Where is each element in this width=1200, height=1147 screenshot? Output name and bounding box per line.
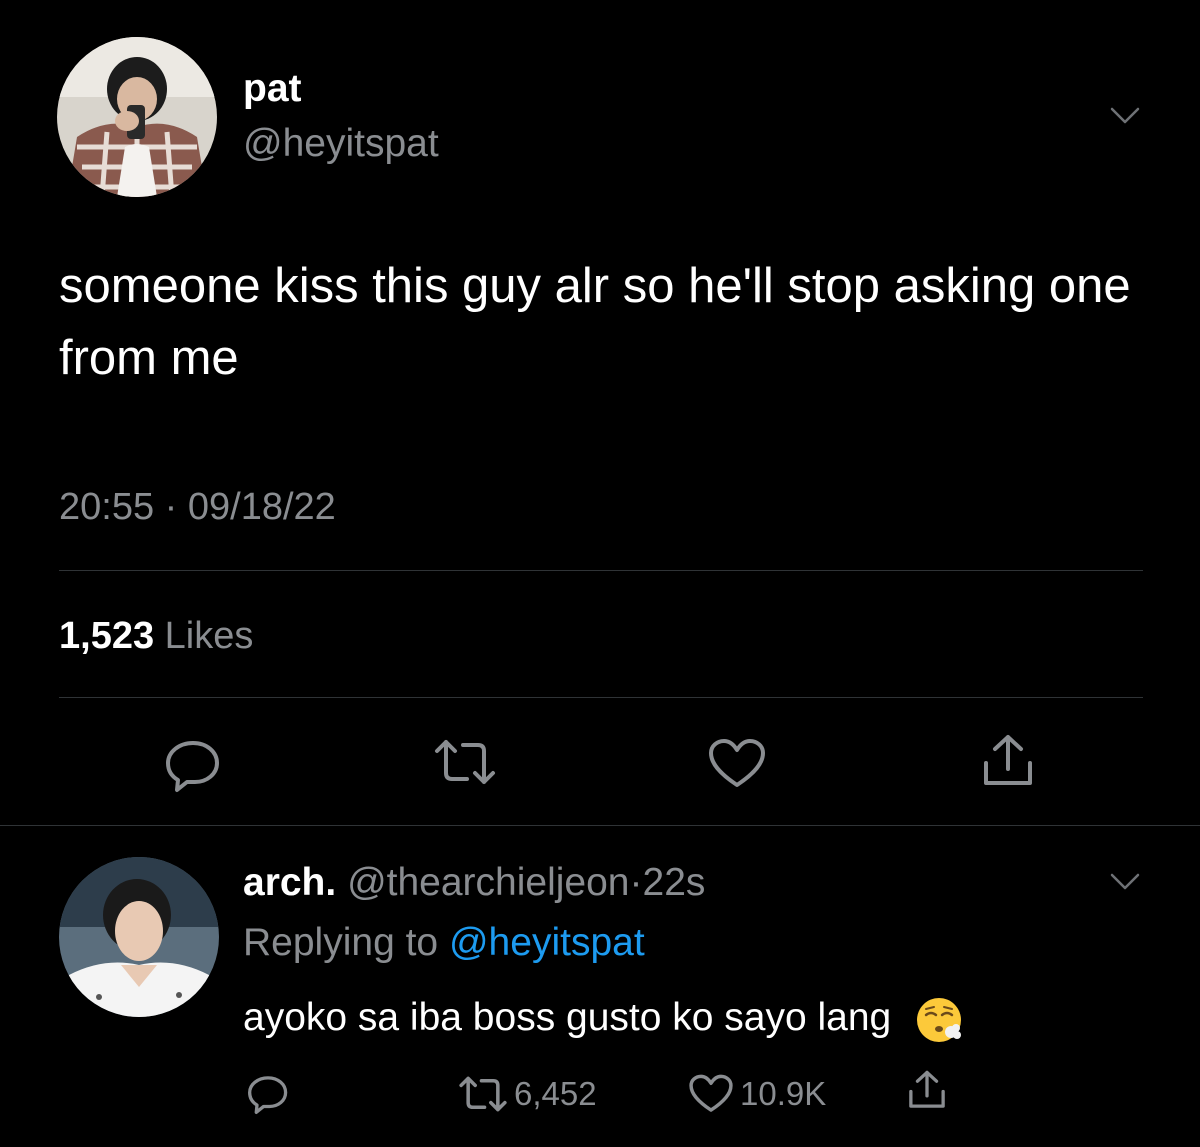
replying-to-line: Replying to @heyitspat <box>243 920 645 966</box>
likes-count: 1,523 <box>59 615 155 657</box>
face-exhaling-emoji <box>914 995 964 1045</box>
reply-header: arch. @thearchieljeon·22s <box>243 860 705 906</box>
likes-label: Likes <box>164 615 254 657</box>
replying-to-link[interactable]: @heyitspat <box>449 921 645 964</box>
reply-text-content: ayoko sa iba boss gusto ko sayo lang <box>243 996 892 1039</box>
reply-author-handle[interactable]: @thearchieljeon <box>347 861 629 904</box>
reply-time[interactable]: 22s <box>643 861 706 904</box>
author-name[interactable]: pat <box>243 66 302 112</box>
reply-text: ayoko sa iba boss gusto ko sayo lang <box>243 993 964 1045</box>
reply-reply-button[interactable] <box>246 1072 290 1116</box>
author-handle[interactable]: @heyitspat <box>243 121 439 167</box>
reply-author-name[interactable]: arch. <box>243 861 336 904</box>
replying-prefix: Replying to <box>243 921 439 964</box>
share-button[interactable] <box>978 733 1038 789</box>
like-button[interactable] <box>707 737 767 791</box>
retweet-icon <box>435 740 495 784</box>
reply-button[interactable] <box>163 737 223 793</box>
author-avatar[interactable] <box>57 37 217 197</box>
divider <box>59 697 1143 698</box>
tweet-text: someone kiss this guy alr so he'll stop … <box>59 259 1131 385</box>
chevron-down-icon[interactable] <box>1109 872 1141 892</box>
reply-share-button[interactable] <box>905 1068 949 1112</box>
heart-icon <box>689 1074 733 1112</box>
retweet-count: 6,452 <box>514 1075 597 1112</box>
reply-retweet-button[interactable]: 6,452 <box>458 1072 597 1116</box>
reply-like-button[interactable]: 10.9K <box>688 1072 826 1116</box>
separator-dot: · <box>629 861 643 904</box>
section-divider <box>0 825 1200 826</box>
reply-icon <box>248 1076 288 1114</box>
chevron-down-icon[interactable] <box>1109 106 1141 126</box>
tweet-timestamp[interactable]: 20:55 · 09/18/22 <box>59 484 336 530</box>
reply-author-avatar[interactable] <box>59 857 219 1017</box>
like-count: 10.9K <box>740 1075 827 1112</box>
heart-icon <box>709 739 765 787</box>
likes-stat[interactable]: 1,523 Likes <box>59 613 253 659</box>
reply-icon <box>166 741 219 792</box>
share-icon <box>984 735 1032 785</box>
divider <box>59 570 1143 571</box>
share-icon <box>909 1070 945 1108</box>
retweet-button[interactable] <box>433 737 497 787</box>
retweet-icon <box>459 1076 507 1112</box>
